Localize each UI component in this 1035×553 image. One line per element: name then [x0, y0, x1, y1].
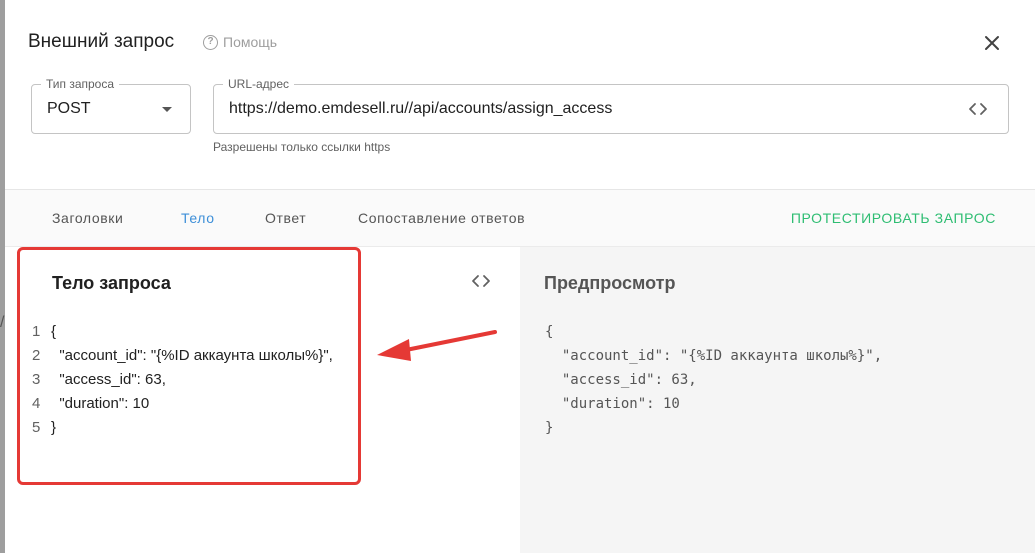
tab-response-mapping[interactable]: Сопоставление ответов	[358, 210, 525, 226]
help-label: Помощь	[223, 34, 278, 50]
line-text: "access_id": 63,	[51, 371, 166, 388]
preview-code: { "account_id": "{%ID аккаунта школы%}",…	[545, 320, 882, 440]
annotation-arrow-icon	[377, 330, 497, 361]
url-field-label: URL-адрес	[223, 77, 295, 91]
test-request-button[interactable]: ПРОТЕСТИРОВАТЬ ЗАПРОС	[791, 210, 996, 226]
preview-line: {	[545, 324, 554, 340]
body-editor-title: Тело запроса	[52, 273, 171, 293]
url-value: https://demo.emdesell.ru//api/accounts/a…	[229, 100, 613, 117]
line-text: {	[51, 323, 57, 340]
line-text: "duration": 10	[51, 395, 150, 412]
line-text: "account_id": "{%ID аккаунта школы%}",	[51, 347, 333, 364]
code-line: 5 }	[32, 416, 333, 440]
url-code-button[interactable]	[966, 99, 990, 119]
code-line: 2 "account_id": "{%ID аккаунта школы%}",	[32, 344, 333, 368]
method-value: POST	[47, 100, 91, 117]
body-code-button[interactable]	[469, 271, 493, 291]
code-line: 4 "duration": 10	[32, 392, 333, 416]
close-icon	[985, 36, 999, 50]
question-circle-icon: ?	[203, 34, 218, 50]
preview-line: "duration": 10	[545, 396, 680, 412]
help-link[interactable]: ? Помощь	[203, 33, 277, 51]
tab-headers[interactable]: Заголовки	[52, 210, 123, 226]
code-brackets-icon	[472, 275, 490, 287]
body-editor-panel: Тело запроса 1 { 2 "account_id": "{%ID а…	[5, 247, 520, 553]
preview-panel: Предпросмотр { "account_id": "{%ID аккау…	[520, 247, 1035, 553]
preview-line: "access_id": 63,	[545, 372, 697, 388]
close-button[interactable]	[980, 31, 1004, 55]
code-line: 1 {	[32, 320, 333, 344]
method-select[interactable]: Тип запроса POST	[31, 77, 191, 134]
code-line: 3 "access_id": 63,	[32, 368, 333, 392]
code-brackets-icon	[969, 103, 987, 115]
tab-body[interactable]: Тело	[181, 210, 215, 226]
preview-line: "account_id": "{%ID аккаунта школы%}",	[545, 348, 883, 364]
line-number: 5	[32, 419, 41, 436]
body-code-editor[interactable]: 1 { 2 "account_id": "{%ID аккаунта школы…	[32, 320, 333, 440]
dialog-title: Внешний запрос	[28, 31, 175, 52]
line-text: }	[51, 419, 57, 436]
method-field-label: Тип запроса	[41, 77, 120, 91]
preview-line: }	[545, 420, 554, 436]
line-number: 1	[32, 323, 41, 340]
tabs-bar: Заголовки Тело Ответ Сопоставление ответ…	[5, 190, 1035, 247]
external-request-dialog: Внешний запрос ? Помощь Тип запроса POST…	[5, 0, 1035, 553]
tab-response[interactable]: Ответ	[265, 210, 306, 226]
line-number: 2	[32, 347, 41, 364]
backdrop-mark: /	[0, 314, 5, 331]
url-hint: Разрешены только ссылки https	[213, 140, 391, 154]
url-input[interactable]: URL-адрес https://demo.emdesell.ru//api/…	[213, 77, 1009, 134]
line-number: 4	[32, 395, 41, 412]
line-number: 3	[32, 371, 41, 388]
preview-title: Предпросмотр	[544, 273, 676, 293]
caret-down-icon	[162, 107, 172, 112]
